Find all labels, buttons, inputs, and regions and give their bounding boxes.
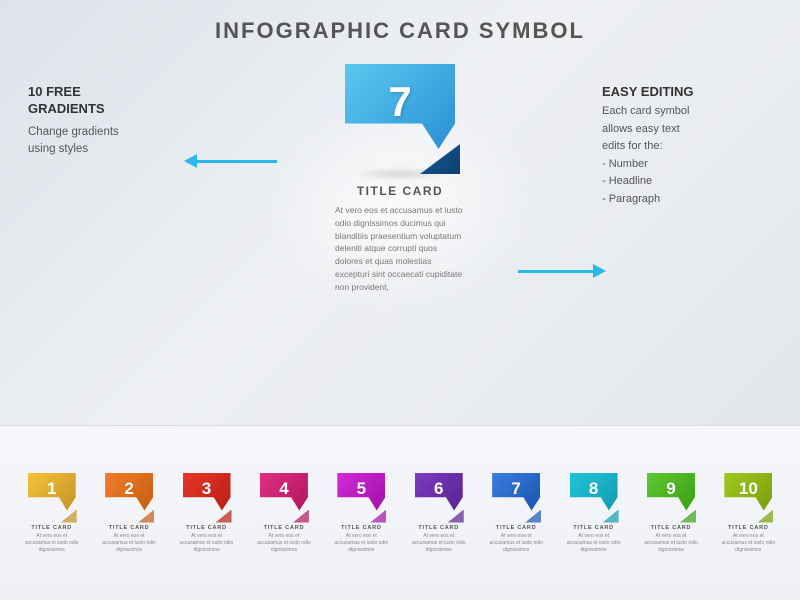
mini-fold-6	[448, 510, 464, 523]
easy-editing-heading: EASY EDITING	[602, 84, 772, 99]
mini-main-8: 8	[570, 473, 618, 511]
mini-fold-7	[525, 510, 541, 523]
mini-main-1: 1	[28, 473, 76, 511]
mini-num-3: 3	[202, 479, 211, 499]
center-card: 7 TITLE CARD At vero eos et accusamus et…	[335, 64, 465, 293]
mini-num-7: 7	[511, 479, 520, 499]
mini-body-9: At vero eos et accusamus et iusto odio d…	[643, 533, 699, 554]
mini-symbol-6: 6	[413, 473, 465, 523]
mini-card-1: 1 TITLE CARD At vero eos et accusamus et…	[15, 473, 88, 554]
mini-symbol-9: 9	[645, 473, 697, 523]
mini-title-4: TITLE CARD	[264, 525, 305, 531]
left-annotation: 10 FREEGRADIENTS Change gradientsusing s…	[28, 84, 119, 158]
mini-card-3: 3 TITLE CARD At vero eos et accusamus et…	[170, 473, 243, 554]
mini-main-9: 9	[647, 473, 695, 511]
arrow-right-head	[593, 264, 606, 278]
mini-symbol-10: 10	[722, 473, 774, 523]
gradients-heading: 10 FREEGRADIENTS	[28, 84, 119, 118]
easy-editing-body: Each card symbolallows easy textedits fo…	[602, 103, 772, 209]
mini-symbol-1: 1	[26, 473, 78, 523]
mini-fold-1	[61, 510, 77, 523]
right-annotation: EASY EDITING Each card symbolallows easy…	[602, 84, 772, 209]
mini-fold-9	[680, 510, 696, 523]
mini-card-9: 9 TITLE CARD At vero eos et accusamus et…	[634, 473, 707, 554]
mini-card-4: 4 TITLE CARD At vero eos et accusamus et…	[247, 473, 320, 554]
arrow-right-line	[518, 270, 593, 273]
mini-body-1: At vero eos et accusamus et iusto odio d…	[24, 533, 80, 554]
mini-fold-10	[757, 510, 773, 523]
mini-body-8: At vero eos et accusamus et iusto odio d…	[566, 533, 622, 554]
mini-fold-8	[603, 510, 619, 523]
mini-main-7: 7	[492, 473, 540, 511]
bottom-strip: 1 TITLE CARD At vero eos et accusamus et…	[0, 425, 800, 600]
mini-card-2: 2 TITLE CARD At vero eos et accusamus et…	[92, 473, 165, 554]
card-shadow	[350, 169, 450, 179]
card-main: 7	[345, 64, 455, 149]
mini-main-6: 6	[415, 473, 463, 511]
mini-num-9: 9	[666, 479, 675, 499]
mini-card-7: 7 TITLE CARD At vero eos et accusamus et…	[479, 473, 552, 554]
mini-main-10: 10	[724, 473, 772, 511]
arrow-left-head	[184, 154, 197, 168]
arrow-right	[518, 264, 605, 278]
card-title: TITLE CARD	[335, 184, 465, 198]
mini-num-5: 5	[357, 479, 366, 499]
mini-card-10: 10 TITLE CARD At vero eos et accusamus e…	[712, 473, 785, 554]
mini-symbol-3: 3	[181, 473, 233, 523]
mini-fold-2	[138, 510, 154, 523]
page-title: INFOGRAPHIC CARD SYMBOL	[0, 0, 800, 44]
mini-card-5: 5 TITLE CARD At vero eos et accusamus et…	[325, 473, 398, 554]
mini-main-3: 3	[183, 473, 231, 511]
mini-title-6: TITLE CARD	[418, 525, 459, 531]
cards-row: 1 TITLE CARD At vero eos et accusamus et…	[15, 473, 785, 554]
arrow-left	[185, 154, 277, 168]
mini-body-5: At vero eos et accusamus et iusto odio d…	[333, 533, 389, 554]
mini-card-6: 6 TITLE CARD At vero eos et accusamus et…	[402, 473, 475, 554]
mini-num-2: 2	[124, 479, 133, 499]
mini-num-10: 10	[739, 479, 758, 499]
mini-body-6: At vero eos et accusamus et iusto odio d…	[411, 533, 467, 554]
mini-symbol-5: 5	[335, 473, 387, 523]
mini-main-5: 5	[337, 473, 385, 511]
mini-main-2: 2	[105, 473, 153, 511]
card-number: 7	[388, 78, 411, 126]
mini-title-9: TITLE CARD	[651, 525, 692, 531]
top-section: 10 FREEGRADIENTS Change gradientsusing s…	[0, 44, 800, 404]
gradients-body: Change gradientsusing styles	[28, 124, 119, 159]
mini-title-8: TITLE CARD	[573, 525, 614, 531]
mini-fold-3	[216, 510, 232, 523]
mini-title-3: TITLE CARD	[186, 525, 227, 531]
mini-body-10: At vero eos et accusamus et iusto odio d…	[720, 533, 776, 554]
mini-card-8: 8 TITLE CARD At vero eos et accusamus et…	[557, 473, 630, 554]
mini-title-1: TITLE CARD	[31, 525, 72, 531]
mini-main-4: 4	[260, 473, 308, 511]
arrow-left-line	[197, 160, 277, 163]
mini-symbol-7: 7	[490, 473, 542, 523]
mini-symbol-4: 4	[258, 473, 310, 523]
mini-title-5: TITLE CARD	[341, 525, 382, 531]
mini-symbol-2: 2	[103, 473, 155, 523]
card-body: At vero eos et accusamus et iusto odio d…	[335, 204, 465, 293]
mini-num-8: 8	[589, 479, 598, 499]
mini-fold-4	[293, 510, 309, 523]
mini-body-4: At vero eos et accusamus et iusto odio d…	[256, 533, 312, 554]
main-container: INFOGRAPHIC CARD SYMBOL 10 FREEGRADIENTS…	[0, 0, 800, 600]
mini-body-2: At vero eos et accusamus et iusto odio d…	[101, 533, 157, 554]
mini-symbol-8: 8	[568, 473, 620, 523]
mini-num-4: 4	[279, 479, 288, 499]
mini-num-1: 1	[47, 479, 56, 499]
mini-title-7: TITLE CARD	[496, 525, 537, 531]
mini-title-10: TITLE CARD	[728, 525, 769, 531]
mini-body-7: At vero eos et accusamus et iusto odio d…	[488, 533, 544, 554]
card-symbol: 7	[340, 64, 460, 174]
mini-num-6: 6	[434, 479, 443, 499]
mini-title-2: TITLE CARD	[109, 525, 150, 531]
mini-fold-5	[370, 510, 386, 523]
mini-body-3: At vero eos et accusamus et iusto odio d…	[179, 533, 235, 554]
